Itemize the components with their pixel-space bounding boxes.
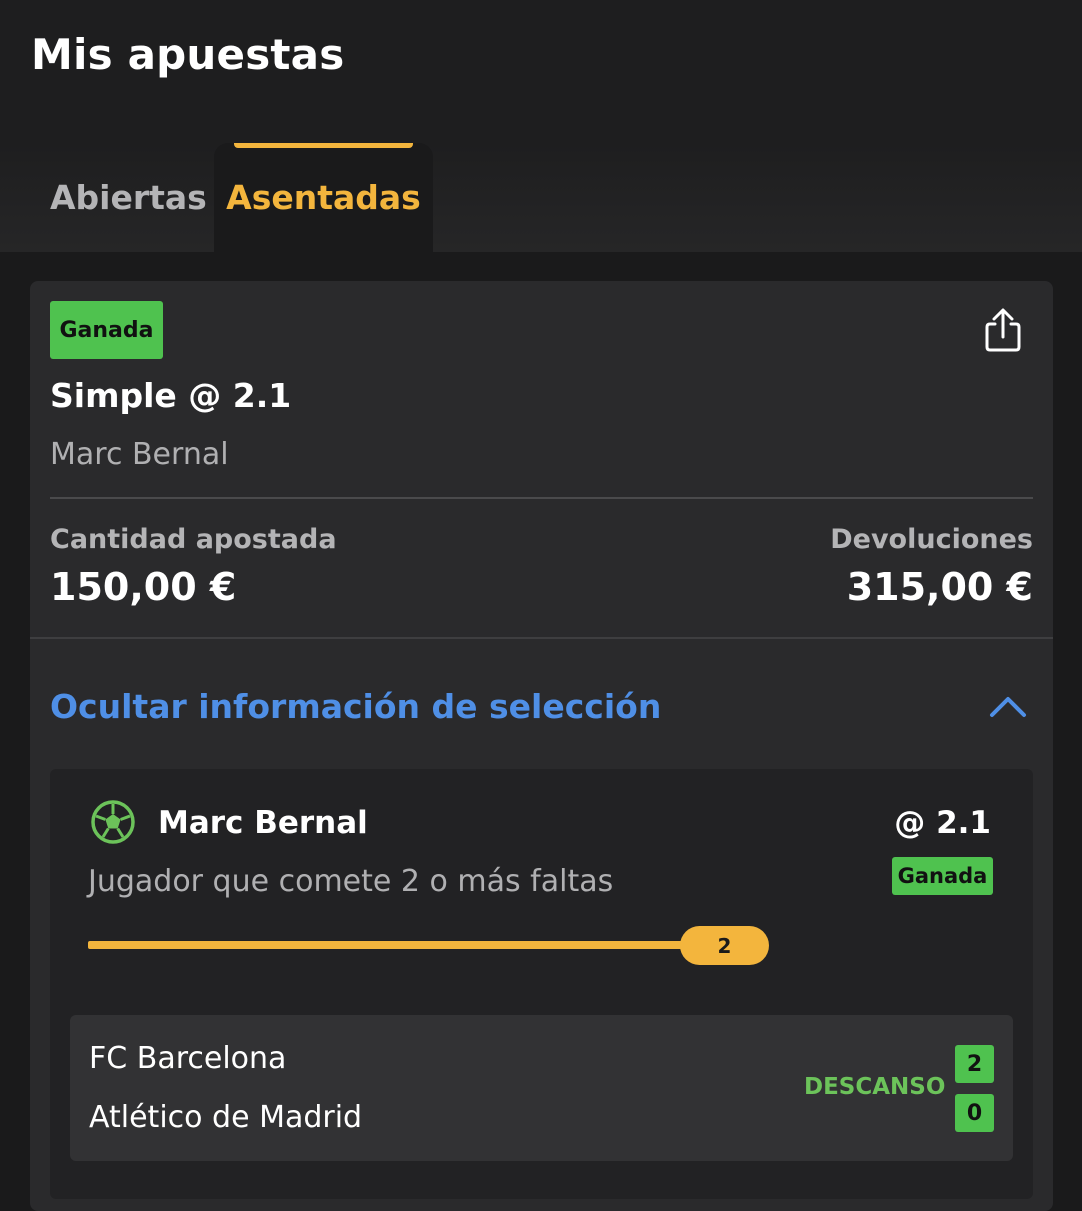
tab-abiertas[interactable]: Abiertas: [0, 143, 214, 252]
soccer-ball-icon: [91, 800, 135, 844]
tab-asentadas[interactable]: Asentadas: [214, 143, 433, 252]
match-info: FC Barcelona Atlético de Madrid DESCANSO…: [70, 1015, 1013, 1161]
progress-value-pill: 2: [680, 926, 769, 965]
selection-player-name: Marc Bernal: [158, 805, 368, 841]
bet-card: Ganada Simple @ 2.1 Marc Bernal Cantidad…: [30, 281, 1053, 1211]
selection-panel: Marc Bernal @ 2.1 Ganada Jugador que com…: [50, 769, 1033, 1199]
returns-value: 315,00 €: [846, 565, 1033, 609]
bet-status-badge: Ganada: [50, 301, 163, 359]
away-score: 0: [955, 1094, 994, 1132]
selection-market: Jugador que comete 2 o más faltas: [88, 864, 614, 899]
bet-player-name: Marc Bernal: [50, 437, 229, 472]
stake-label: Cantidad apostada: [50, 524, 337, 555]
home-score: 2: [955, 1045, 994, 1083]
divider: [50, 497, 1033, 499]
match-status: DESCANSO: [804, 1074, 946, 1100]
tab-asentadas-label: Asentadas: [226, 178, 421, 217]
stake-value: 150,00 €: [50, 565, 237, 609]
selection-odds: @ 2.1: [894, 805, 991, 841]
bet-type: Simple @ 2.1: [50, 376, 292, 415]
home-team-name: FC Barcelona: [89, 1041, 287, 1076]
progress-bar: [88, 941, 768, 949]
toggle-selection-info[interactable]: Ocultar información de selección: [30, 639, 1053, 771]
toggle-selection-label: Ocultar información de selección: [50, 687, 662, 726]
app-header: Mis apuestas Abiertas Asentadas: [0, 0, 1082, 252]
active-tab-indicator: [234, 143, 413, 148]
tabs-bar: Abiertas Asentadas: [0, 143, 1082, 252]
progress-bar-fill: [88, 941, 768, 949]
share-icon[interactable]: [980, 307, 1026, 353]
returns-label: Devoluciones: [830, 524, 1033, 555]
chevron-up-icon: [990, 697, 1026, 717]
away-team-name: Atlético de Madrid: [89, 1100, 363, 1135]
page-title: Mis apuestas: [31, 30, 345, 79]
selection-status-badge: Ganada: [892, 857, 993, 895]
